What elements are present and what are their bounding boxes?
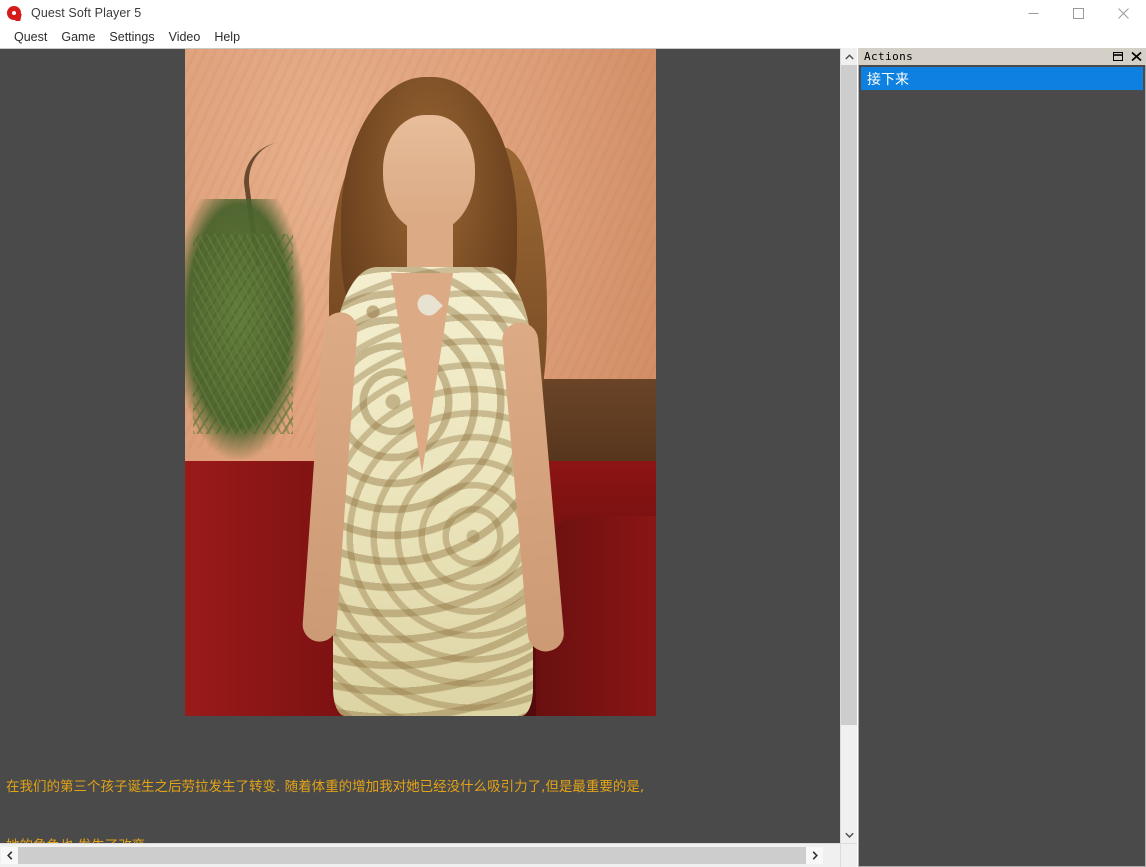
window-title: Quest Soft Player 5 xyxy=(31,6,142,20)
story-text-block: 在我们的第三个孩子诞生之后劳拉发生了转变. 随着体重的增加我对她已经没什么吸引力… xyxy=(6,739,840,843)
quest-logo-icon xyxy=(7,5,23,21)
actions-panel: Actions 接下来 xyxy=(857,48,1146,867)
scrollbar-corner xyxy=(840,843,857,867)
window-controls xyxy=(1011,0,1146,26)
actions-list: 接下来 xyxy=(858,65,1146,867)
maximize-icon[interactable] xyxy=(1056,0,1101,26)
menu-item-game[interactable]: Game xyxy=(54,28,102,47)
minimize-icon[interactable] xyxy=(1011,0,1056,26)
close-icon[interactable] xyxy=(1101,0,1146,26)
application-window: Quest Soft Player 5 Quest Game Settings … xyxy=(0,0,1146,867)
menu-bar: Quest Game Settings Video Help xyxy=(0,26,1146,48)
actions-panel-header: Actions xyxy=(858,48,1146,65)
horizontal-scroll-thumb[interactable] xyxy=(18,847,806,864)
menu-item-settings[interactable]: Settings xyxy=(102,28,161,47)
menu-item-video[interactable]: Video xyxy=(162,28,208,47)
menu-item-help[interactable]: Help xyxy=(207,28,247,47)
restore-window-icon[interactable] xyxy=(1113,51,1124,62)
close-panel-icon[interactable] xyxy=(1131,51,1142,62)
menu-item-quest[interactable]: Quest xyxy=(7,28,54,47)
chevron-up-icon[interactable] xyxy=(841,48,857,65)
game-view: 在我们的第三个孩子诞生之后劳拉发生了转变. 随着体重的增加我对她已经没什么吸引力… xyxy=(0,48,840,843)
chevron-down-icon[interactable] xyxy=(841,826,857,843)
game-view-vertical-scrollbar[interactable] xyxy=(840,48,857,843)
chevron-left-icon[interactable] xyxy=(1,847,18,864)
title-bar: Quest Soft Player 5 xyxy=(0,0,1146,26)
game-view-horizontal-scrollbar[interactable] xyxy=(0,843,840,867)
action-item-label: 接下来 xyxy=(867,71,909,88)
action-item-next[interactable]: 接下来 xyxy=(861,67,1143,90)
actions-panel-title: Actions xyxy=(864,50,914,63)
vertical-scroll-thumb[interactable] xyxy=(841,65,857,725)
actions-panel-header-buttons xyxy=(1113,48,1142,65)
woman-portrait-photo xyxy=(185,49,656,716)
chevron-right-icon[interactable] xyxy=(806,847,823,864)
story-line: 在我们的第三个孩子诞生之后劳拉发生了转变. 随着体重的增加我对她已经没什么吸引力… xyxy=(6,779,645,795)
